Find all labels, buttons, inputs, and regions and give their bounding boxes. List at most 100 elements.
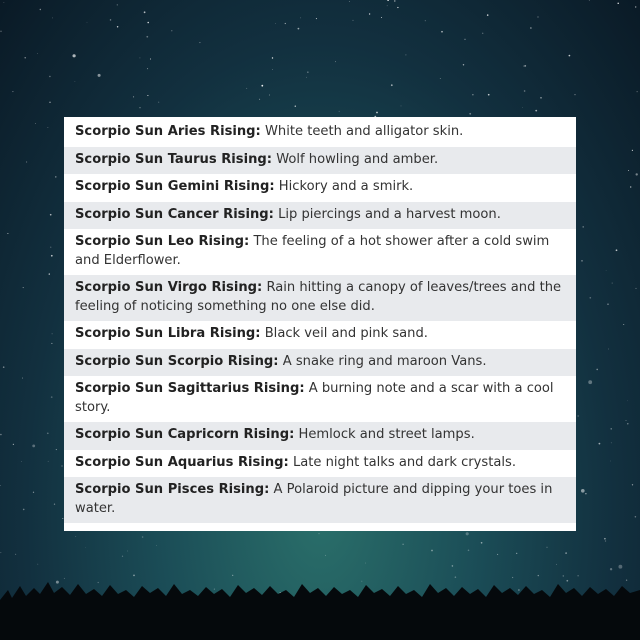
rising-sign-name: Scorpio Sun Cancer Rising:	[75, 206, 274, 222]
star	[171, 30, 173, 32]
rising-sign-description: Hickory and a smirk.	[278, 179, 414, 194]
star	[625, 420, 627, 422]
list-item: Scorpio Sun Cancer Rising: Lip piercings…	[64, 201, 576, 229]
star	[246, 87, 248, 89]
star	[158, 101, 160, 103]
star	[574, 94, 576, 96]
star	[585, 492, 587, 495]
star	[469, 112, 472, 115]
star	[580, 488, 585, 493]
star	[32, 444, 36, 448]
star	[462, 64, 465, 66]
star	[627, 400, 628, 402]
star	[467, 549, 470, 552]
star	[523, 65, 525, 67]
star	[21, 377, 23, 379]
rising-sign-description: White teeth and alligator skin.	[264, 124, 464, 139]
rising-sign-name: Scorpio Sun Aries Rising:	[75, 124, 261, 139]
list-item: Scorpio Sun Aries Rising: White teeth an…	[64, 119, 576, 147]
star	[0, 484, 1, 487]
star	[155, 545, 157, 546]
star	[604, 537, 606, 540]
star	[147, 68, 149, 70]
rising-sign-name: Scorpio Sun Aquarius Rising:	[75, 454, 289, 470]
rising-sign-name: Scorpio Sun Libra Rising:	[75, 326, 261, 341]
star	[605, 269, 607, 271]
rising-sign-description: Hemlock and street lamps.	[298, 427, 475, 442]
star	[12, 443, 15, 446]
star	[32, 491, 35, 493]
star	[628, 170, 630, 172]
star	[275, 23, 276, 24]
list-item: Scorpio Sun Sagittarius Rising: A burnin…	[64, 376, 576, 422]
star	[116, 26, 119, 28]
star	[146, 35, 149, 38]
star	[546, 546, 548, 548]
star	[636, 91, 638, 93]
rising-sign-name: Scorpio Sun Scorpio Rising:	[75, 353, 279, 369]
star	[631, 484, 634, 486]
star	[610, 428, 612, 430]
star	[259, 98, 261, 100]
star	[387, 0, 389, 2]
star	[588, 380, 593, 385]
star	[394, 0, 396, 2]
star	[22, 287, 24, 289]
star	[26, 161, 28, 163]
star	[0, 552, 2, 554]
star	[109, 19, 112, 21]
rising-sign-name: Scorpio Sun Gemini Rising:	[75, 179, 275, 194]
rising-sign-name: Scorpio Sun Capricorn Rising:	[75, 427, 295, 442]
star	[49, 75, 51, 78]
star	[524, 65, 527, 67]
star	[51, 342, 53, 344]
list-item: Scorpio Sun Pisces Rising: A Polaroid pi…	[64, 477, 576, 523]
star	[523, 90, 526, 92]
star	[268, 94, 270, 96]
star	[297, 27, 300, 30]
star	[400, 105, 402, 107]
star	[635, 287, 637, 289]
star	[386, 5, 388, 7]
star	[55, 449, 57, 451]
star	[397, 6, 399, 9]
star	[568, 54, 571, 57]
star	[441, 30, 443, 33]
star	[487, 93, 490, 96]
star	[49, 101, 51, 103]
star	[271, 57, 274, 59]
star	[116, 4, 118, 6]
star	[85, 547, 87, 548]
star	[39, 8, 42, 11]
star	[121, 555, 124, 557]
list-item: Scorpio Sun Gemini Rising: Hickory and a…	[64, 174, 576, 202]
star	[86, 21, 88, 23]
star	[47, 127, 49, 128]
star	[464, 38, 466, 40]
star	[37, 53, 38, 54]
star	[582, 226, 584, 228]
star	[615, 249, 618, 252]
star	[305, 76, 307, 78]
star	[609, 460, 611, 462]
rising-sign-description: Lip piercings and a harvest moon.	[278, 206, 501, 222]
star	[631, 149, 633, 151]
list-item: Scorpio Sun Taurus Rising: Wolf howling …	[64, 146, 576, 174]
star	[368, 13, 371, 15]
star	[338, 110, 340, 112]
star	[530, 27, 532, 29]
star	[75, 536, 77, 537]
star	[199, 42, 201, 44]
star	[300, 17, 302, 19]
star	[535, 109, 538, 112]
star	[22, 508, 25, 511]
star	[635, 6, 637, 8]
star	[439, 78, 441, 79]
star	[284, 22, 286, 25]
star	[577, 415, 579, 417]
star	[424, 20, 426, 22]
star	[608, 348, 610, 350]
star	[307, 71, 309, 73]
star	[15, 553, 17, 556]
rising-sign-name: Scorpio Sun Pisces Rising:	[75, 482, 270, 497]
